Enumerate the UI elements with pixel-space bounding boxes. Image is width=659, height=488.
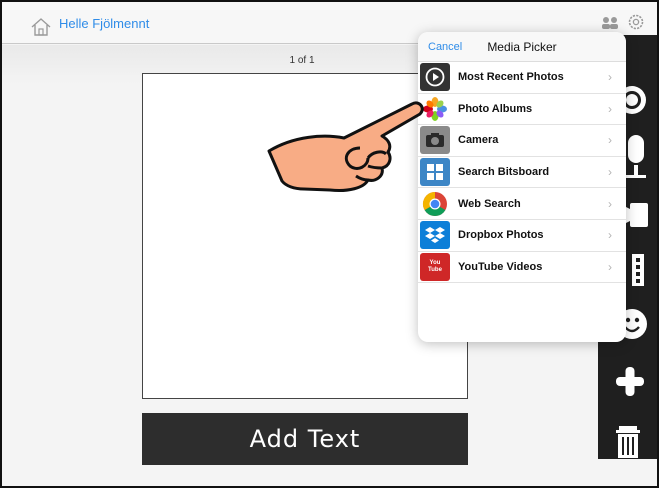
media-option-label: Dropbox Photos [458,229,544,242]
media-option-label: YouTube Videos [458,260,543,273]
owner-name[interactable]: Helle Fjölmennt [59,16,149,31]
add-text-button[interactable]: Add Text [142,413,468,465]
media-option-label: Most Recent Photos [458,71,564,84]
media-picker-popover: Cancel Media Picker Most Recent Photos › [418,32,626,342]
chevron-right-icon: › [608,165,612,180]
youtube-icon: You Tube [420,252,450,281]
media-option-label: Search Bitsboard [458,166,550,179]
camera-icon [420,126,450,155]
media-option-photo-albums[interactable]: Photo Albums › [418,94,626,126]
pointing-hand-icon [267,101,424,192]
people-icon[interactable] [601,16,619,30]
media-option-youtube-videos[interactable]: You Tube YouTube Videos › [418,252,626,284]
bitsboard-icon [420,158,450,187]
page-counter: 1 of 1 [289,55,315,66]
dropbox-icon [420,221,450,250]
app-frame: Helle Fjölmennt 1 of 1 Add Text Cancel M… [0,0,659,488]
media-option-label: Web Search [458,197,521,210]
media-option-label: Photo Albums [458,102,533,115]
gear-icon[interactable] [626,12,646,32]
chevron-right-icon: › [608,70,612,85]
media-option-dropbox-photos[interactable]: Dropbox Photos › [418,220,626,252]
media-picker-title: Media Picker [487,40,557,54]
home-icon[interactable] [30,17,52,37]
media-option-label: Camera [458,134,499,147]
media-option-search-bitsboard[interactable]: Search Bitsboard › [418,157,626,189]
trash-icon [616,426,640,458]
chevron-right-icon: › [608,196,612,211]
plus-icon [616,367,644,396]
delete-tool-button[interactable] [598,417,657,467]
chevron-right-icon: › [608,228,612,243]
youtube-badge: You Tube [428,259,442,273]
add-tool-button[interactable] [598,356,657,406]
chevron-right-icon: › [608,133,612,148]
chevron-right-icon: › [608,101,612,116]
media-picker-header: Cancel Media Picker [418,32,626,62]
chevron-right-icon: › [608,259,612,274]
chrome-icon [420,190,450,218]
media-option-most-recent-photos[interactable]: Most Recent Photos › [418,62,626,94]
recent-photos-icon [420,63,450,92]
media-option-web-search[interactable]: Web Search › [418,188,626,220]
media-option-camera[interactable]: Camera › [418,125,626,157]
photos-flower-icon [420,95,450,123]
